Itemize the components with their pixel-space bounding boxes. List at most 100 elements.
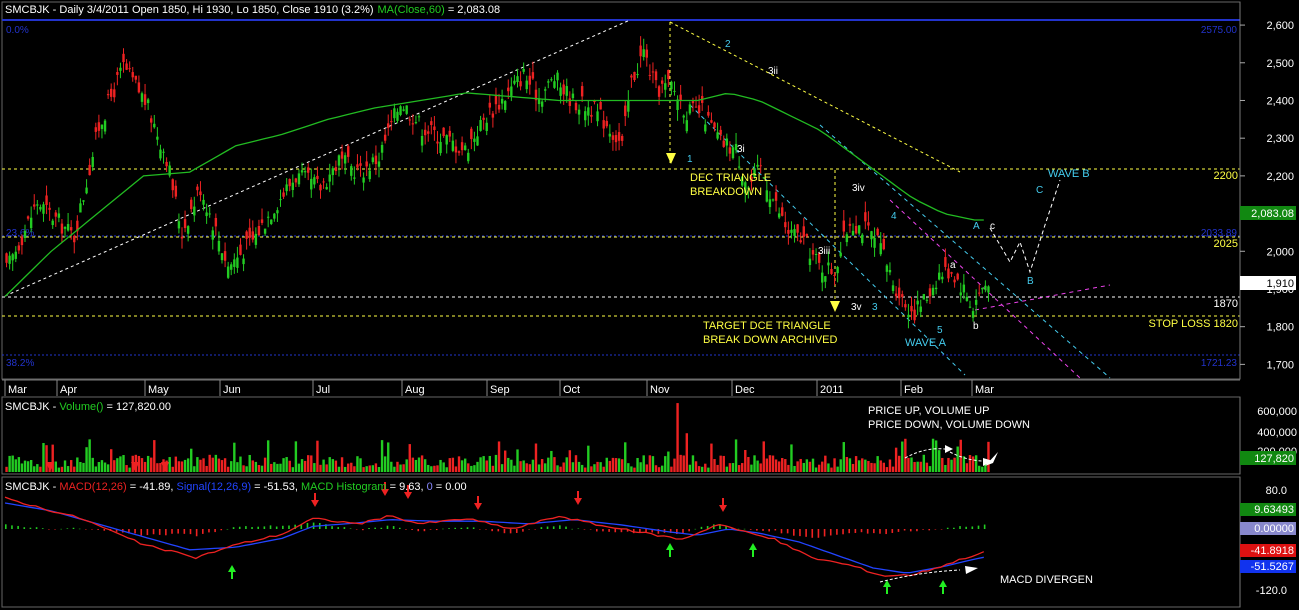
volume-bar (196, 457, 199, 472)
volume-tick-400k: 400,000 (1257, 427, 1297, 439)
macd-histogram-bar (226, 528, 229, 530)
volume-bar (700, 466, 704, 472)
macd-histogram-bar (854, 529, 857, 533)
candle-body (288, 179, 291, 187)
macd-histogram-bar (417, 529, 420, 532)
volume-bar (334, 460, 338, 472)
volume-bar (266, 440, 270, 472)
candle-body (796, 224, 799, 233)
candle-body (611, 135, 615, 140)
candle-body (799, 240, 802, 243)
macd-histogram-bar (251, 527, 253, 529)
volume-bar (503, 450, 507, 472)
volume-bar (531, 459, 535, 472)
volume-bar (497, 441, 501, 472)
candle-body (125, 63, 128, 70)
volume-bar (839, 459, 842, 472)
macd-histogram-bar (540, 527, 543, 529)
macd-histogram-bar (743, 528, 746, 530)
macd-histogram-bar (897, 529, 900, 532)
macd-histogram-bar (435, 529, 438, 531)
zero-badge-text: 0.00000 (1254, 523, 1294, 535)
volume-bar (214, 454, 218, 472)
candle-body (365, 161, 368, 167)
candle-body (642, 49, 645, 57)
volume-bar (660, 465, 664, 472)
macd-histogram-bar (238, 526, 241, 529)
volume-bar (925, 462, 929, 472)
candle-body (273, 213, 276, 219)
candle-body (639, 45, 642, 57)
candle-body (48, 207, 51, 210)
candle-body (910, 305, 913, 312)
volume-bar (82, 462, 85, 472)
candle-body (457, 151, 461, 153)
volume-bar (150, 457, 153, 472)
macd-histogram-bar (922, 529, 924, 530)
candle-body (584, 111, 587, 121)
candle-body (57, 213, 61, 218)
candle-body (242, 258, 245, 265)
candle-body (368, 170, 371, 180)
volume-bar (276, 463, 279, 472)
volume-bar (353, 466, 356, 472)
price-tick-label: 1,800 (1266, 322, 1294, 334)
macd-histogram-bar (793, 529, 795, 536)
candle-body (393, 108, 396, 119)
volume-bar (910, 457, 913, 472)
annotation-break-down: BREAK DOWN ARCHIVED (703, 334, 838, 346)
candle-body (716, 132, 719, 139)
candle-body (208, 213, 211, 215)
macd-histogram-bar (848, 529, 851, 534)
macd-histogram-bar (263, 526, 266, 529)
volume-bar (953, 457, 956, 472)
volume-bar (177, 461, 181, 472)
candle-body (888, 270, 892, 273)
macd-histogram-bar (774, 529, 777, 531)
candle-body (904, 304, 907, 308)
candle-body (131, 72, 134, 78)
volume-bar (787, 464, 790, 472)
macd-histogram-bar (916, 529, 918, 532)
candle-body (331, 168, 335, 176)
volume-bar (405, 459, 408, 472)
volume-bar (226, 466, 230, 472)
candle-body (833, 275, 836, 277)
candle-body (657, 86, 661, 97)
volume-bar (808, 461, 812, 472)
candle-body (636, 74, 639, 76)
candle-body (667, 69, 670, 80)
candle-body (519, 81, 522, 87)
wave-label-3iv: 3iv (852, 183, 865, 194)
candle-body (861, 234, 864, 244)
volume-bar (140, 458, 144, 472)
macd-histogram-bar (78, 528, 81, 530)
volume-bar (273, 462, 276, 472)
volume-bar (965, 463, 969, 472)
macd-histogram-bar (54, 529, 56, 530)
candle-body (941, 276, 944, 280)
candle-body (556, 72, 559, 81)
candle-body (959, 292, 962, 296)
wave-label-3i: 3i (737, 144, 745, 155)
candle-body (962, 284, 966, 293)
candle-body (140, 93, 144, 102)
volume-bar (45, 445, 48, 472)
candle-body (294, 178, 298, 183)
volume-bar (156, 463, 159, 472)
date-label: May (148, 384, 169, 396)
macd-histogram-bar (35, 527, 38, 529)
candle-body (303, 171, 307, 173)
candle-body (300, 170, 304, 173)
candle-body (316, 175, 319, 180)
candle-body (808, 258, 812, 265)
candle-body (882, 238, 886, 250)
macd-histogram-bar (602, 529, 604, 532)
volume-bar (784, 459, 787, 472)
volume-bar (830, 467, 833, 472)
volume-bar (39, 466, 42, 472)
volume-bar (673, 458, 676, 472)
macd-histogram-bar (903, 529, 906, 531)
macd-histogram-bar (515, 529, 518, 533)
volume-bar (174, 456, 178, 472)
